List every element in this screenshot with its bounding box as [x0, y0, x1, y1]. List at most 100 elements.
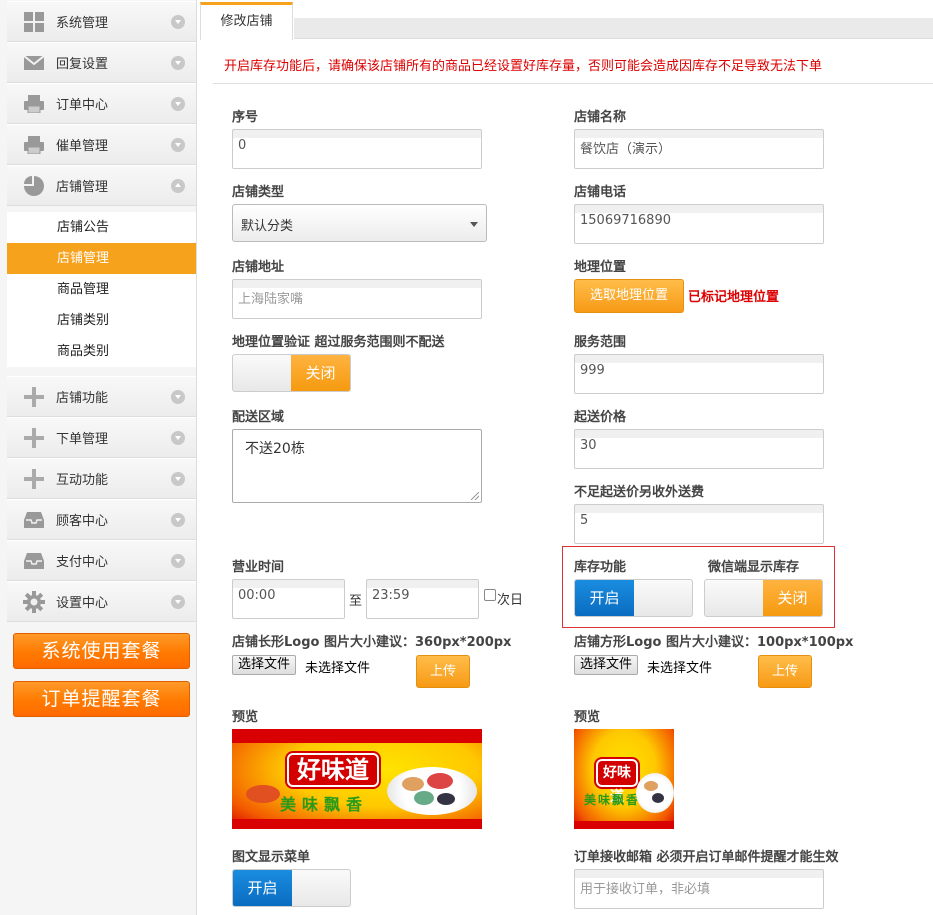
chevron-down-icon [171, 594, 185, 609]
seq-input[interactable]: 0 [232, 129, 482, 169]
sidebar: 系统管理 回复设置 订单中心 催单管理 店铺管理 店铺公告 店铺管理 商品管理 … [0, 0, 197, 915]
grid-icon [23, 11, 45, 32]
store-address-label: 店铺地址 [232, 260, 285, 275]
square-logo-label: 店铺方形Logo 图片大小建议：100px*100px [574, 635, 854, 650]
wx-stock-label: 微信端显示库存 [708, 560, 800, 575]
menu-label: 互动功能 [56, 473, 109, 488]
menu-item-urge[interactable]: 催单管理 [7, 124, 196, 165]
hours-end-input[interactable]: 23:59 [366, 579, 479, 619]
chevron-down-icon [171, 137, 185, 152]
menu-item-settings[interactable]: 设置中心 [7, 581, 196, 622]
square-logo-upload-button[interactable]: 上传 [758, 655, 812, 688]
chevron-down-icon [171, 471, 185, 486]
menu-label: 支付中心 [56, 555, 109, 570]
menu-item-store[interactable]: 店铺管理 [7, 165, 196, 206]
inbox-icon [23, 551, 45, 571]
menu-label: 订单中心 [56, 98, 109, 113]
next-day-checkbox[interactable] [484, 589, 496, 601]
long-logo-file-status: 未选择文件 [305, 661, 371, 676]
menu-item-payment[interactable]: 支付中心 [7, 540, 196, 581]
plus-icon [23, 427, 45, 448]
logo-slogan-text: 美味飘香 [584, 793, 641, 807]
pie-chart-icon [23, 175, 45, 196]
store-phone-label: 店铺电话 [574, 185, 627, 200]
square-logo-choose-file-button[interactable]: 选择文件 [574, 655, 639, 675]
menu-label: 设置中心 [56, 596, 109, 611]
service-range-input[interactable]: 999 [574, 354, 824, 394]
menu-item-reply[interactable]: 回复设置 [7, 42, 196, 83]
order-reminder-package-button[interactable]: 订单提醒套餐 [13, 681, 190, 717]
gear-icon [23, 590, 45, 613]
submenu-store-manage[interactable]: 店铺管理 [7, 243, 196, 274]
logo-brand-text: 好味道 [596, 759, 638, 805]
order-email-label: 订单接收邮箱 必须开启订单邮件提醒才能生效 [574, 850, 839, 865]
chevron-down-icon [171, 430, 185, 445]
menu-item-store-functions[interactable]: 店铺功能 [7, 376, 196, 417]
menu-label: 回复设置 [56, 57, 109, 72]
hours-start-input[interactable]: 00:00 [232, 579, 345, 619]
min-price-label: 起送价格 [574, 410, 627, 425]
menu-label: 催单管理 [56, 139, 109, 154]
printer-icon [23, 135, 45, 155]
service-range-label: 服务范围 [574, 335, 627, 350]
store-name-input[interactable]: 餐饮店（演示） [574, 129, 824, 169]
menu-item-customers[interactable]: 顾客中心 [7, 499, 196, 540]
submenu-goods-category[interactable]: 商品类别 [7, 336, 196, 367]
square-logo-preview-label: 预览 [574, 710, 601, 725]
long-logo-choose-file-button[interactable]: 选择文件 [232, 655, 297, 675]
stock-toggle[interactable]: 开启 [574, 579, 693, 617]
plus-icon [23, 386, 45, 407]
image-menu-toggle[interactable]: 开启 [232, 869, 351, 907]
menu-label: 店铺管理 [56, 180, 109, 195]
store-address-input[interactable]: 上海陆家嘴 [232, 279, 482, 319]
long-logo-preview-image: 好味道 美味飘香 [232, 729, 482, 829]
toggle-on-label: 开启 [233, 870, 292, 906]
long-logo-preview-label: 预览 [232, 710, 259, 725]
geo-status-text: 已标记地理位置 [688, 290, 780, 305]
plus-icon [23, 468, 45, 489]
dropdown-arrow-icon [470, 222, 478, 227]
square-logo-preview-image: 好味道 美味飘香 [574, 729, 674, 829]
min-price-input[interactable]: 30 [574, 429, 824, 469]
wx-stock-toggle[interactable]: 关闭 [704, 579, 823, 617]
submenu-store-category[interactable]: 店铺类别 [7, 305, 196, 336]
system-package-button[interactable]: 系统使用套餐 [13, 633, 190, 669]
hours-separator: 至 [349, 594, 363, 609]
chevron-down-icon [171, 389, 185, 404]
long-logo-upload-button[interactable]: 上传 [416, 655, 470, 688]
menu-item-system[interactable]: 系统管理 [7, 1, 196, 42]
geo-verify-toggle[interactable]: 关闭 [232, 354, 351, 392]
menu-item-order-manage[interactable]: 下单管理 [7, 417, 196, 458]
seq-label: 序号 [232, 110, 259, 125]
menu-label: 店铺功能 [56, 391, 109, 406]
geo-location-label: 地理位置 [574, 260, 627, 275]
chevron-down-icon [171, 512, 185, 527]
toggle-off-label: 关闭 [291, 355, 350, 391]
resize-grip-icon[interactable] [471, 492, 479, 500]
long-logo-label: 店铺长形Logo 图片大小建议：360px*200px [232, 635, 512, 650]
chevron-down-icon [171, 14, 185, 29]
store-name-label: 店铺名称 [574, 110, 627, 125]
menu-label: 系统管理 [56, 16, 109, 31]
chevron-up-icon [171, 178, 185, 193]
extra-fee-input[interactable]: 5 [574, 504, 824, 544]
submenu-goods[interactable]: 商品管理 [7, 274, 196, 305]
store-type-value: 默认分类 [241, 219, 294, 234]
delivery-area-label: 配送区域 [232, 410, 285, 425]
inbox-icon [23, 510, 45, 530]
tab-bar: 修改店铺 [197, 0, 933, 40]
tab-edit-store[interactable]: 修改店铺 [200, 2, 293, 40]
menu-item-orders[interactable]: 订单中心 [7, 83, 196, 124]
logo-brand-text: 好味道 [287, 753, 379, 787]
toggle-on-label: 开启 [575, 580, 634, 616]
menu-item-interaction[interactable]: 互动功能 [7, 458, 196, 499]
stock-notice: 开启库存功能后，请确保该店铺所有的商品已经设置好库存量，否则可能会造成因库存不足… [224, 59, 823, 74]
delivery-area-textarea[interactable]: 不送20栋 [232, 429, 482, 503]
order-email-input[interactable]: 用于接收订单，非必填 [574, 869, 824, 909]
pick-location-button[interactable]: 选取地理位置 [574, 279, 684, 313]
submenu-store-notice[interactable]: 店铺公告 [7, 212, 196, 243]
store-type-select[interactable]: 默认分类 [232, 204, 487, 242]
menu-label: 下单管理 [56, 432, 109, 447]
chevron-down-icon [171, 96, 185, 111]
store-phone-input[interactable]: 15069716890 [574, 204, 824, 244]
